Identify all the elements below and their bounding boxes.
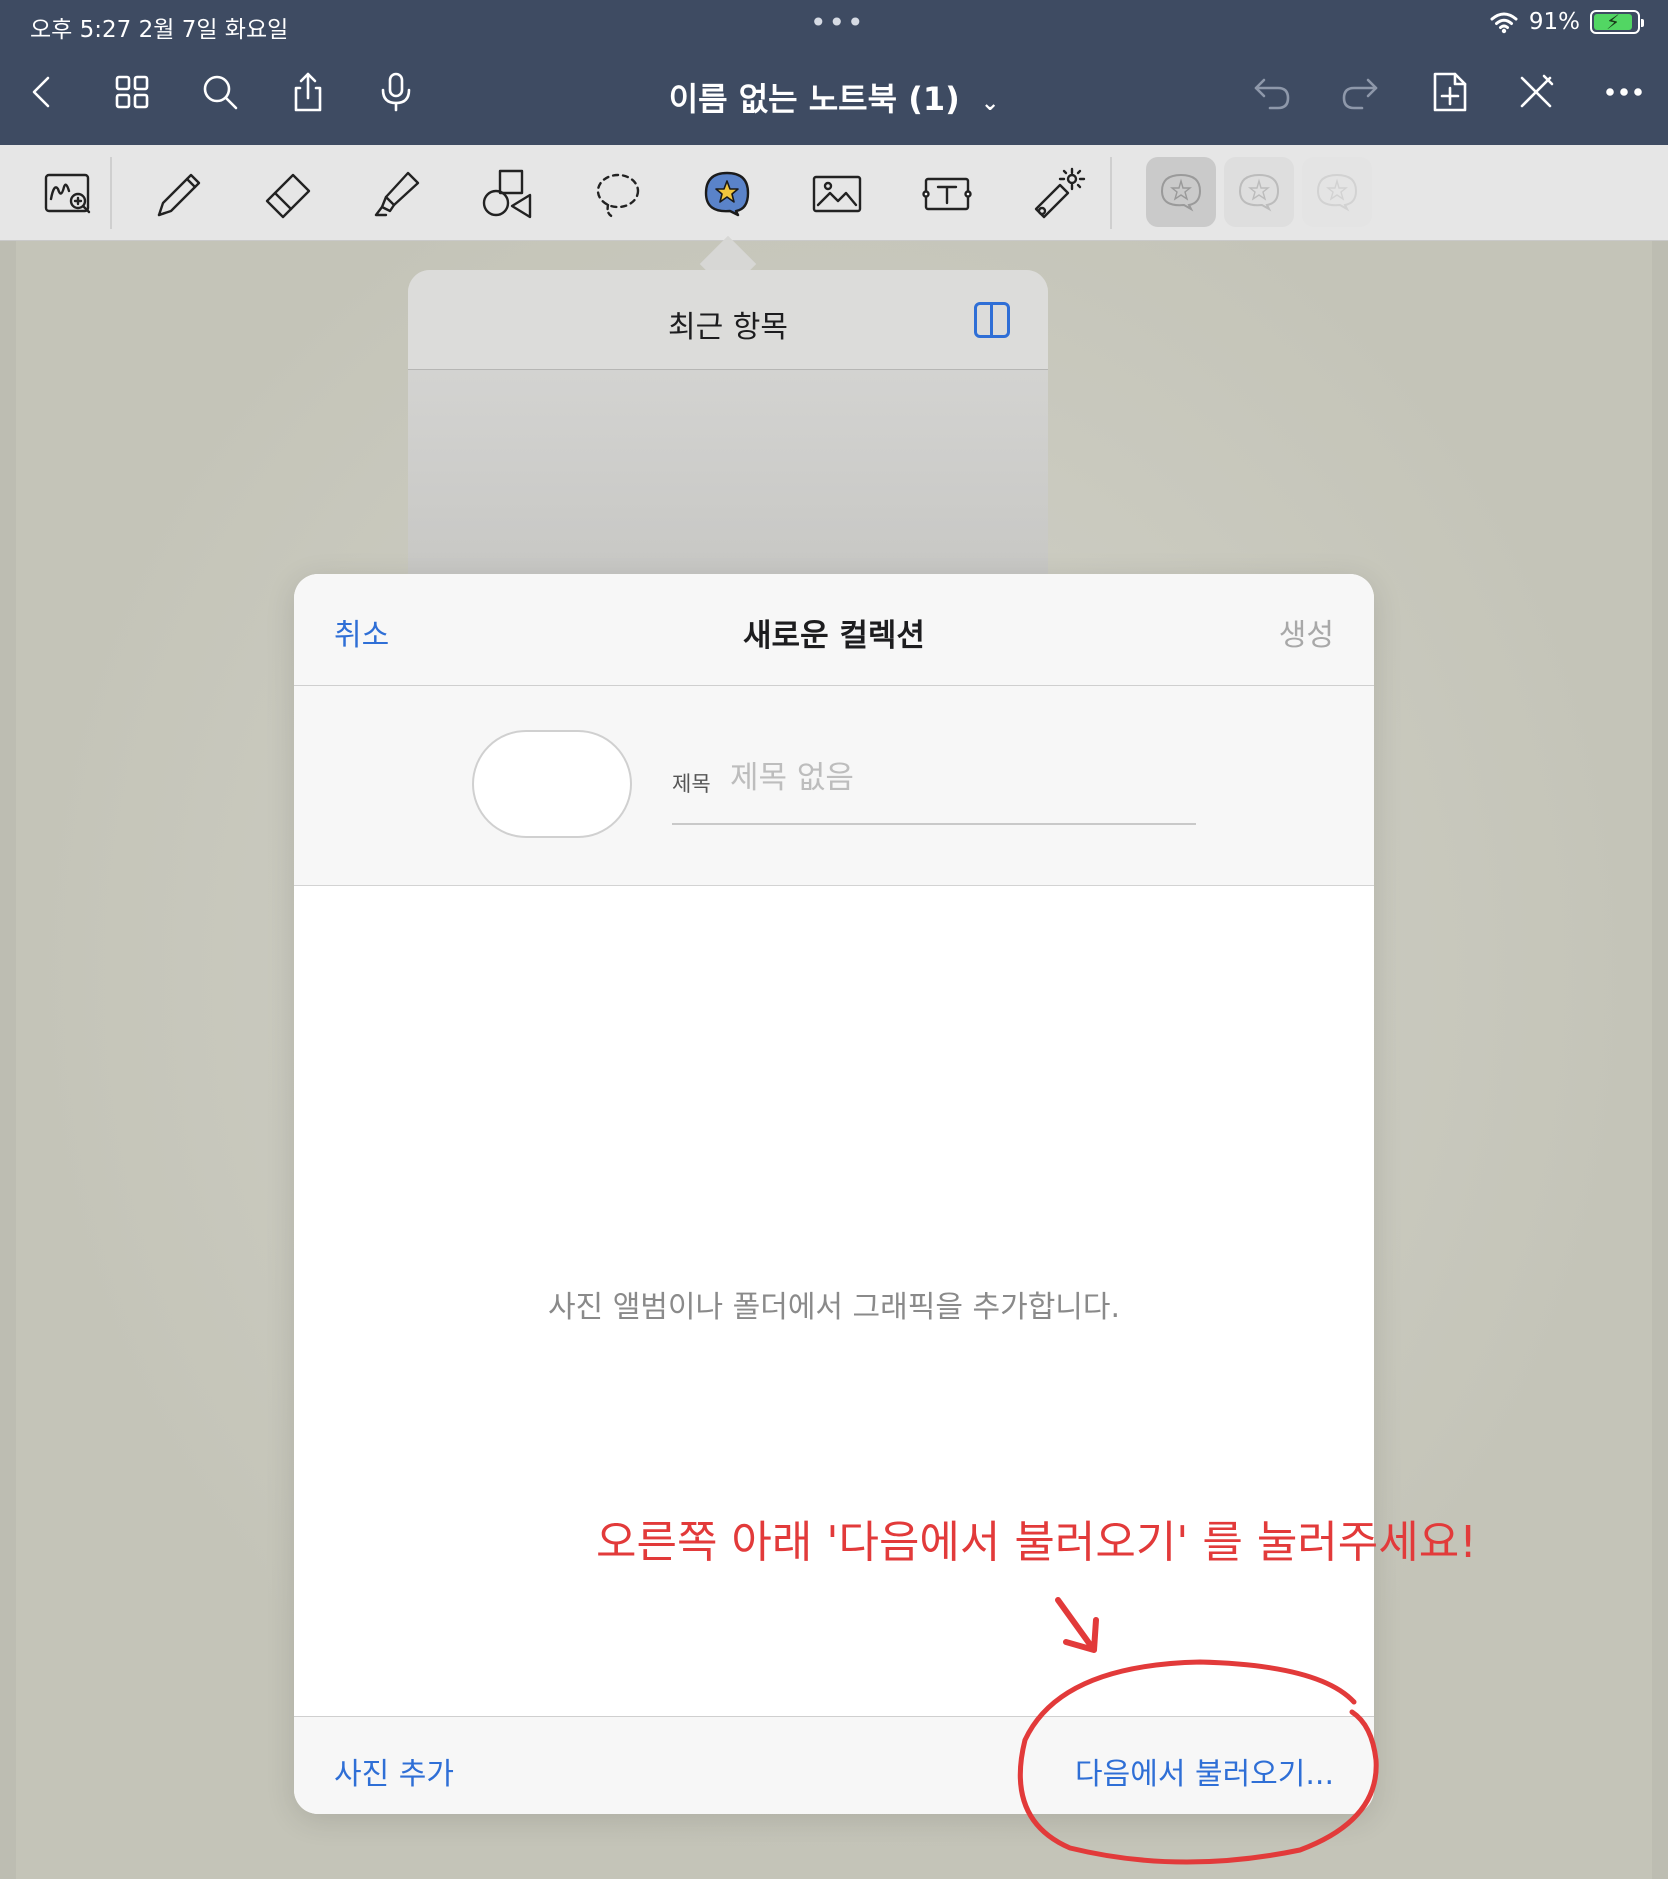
toolbar-divider <box>110 157 112 229</box>
share-icon[interactable] <box>284 68 332 116</box>
title-input-underline <box>672 823 1196 825</box>
page-edge-left <box>0 241 16 1879</box>
title-input[interactable] <box>730 756 1190 800</box>
document-title[interactable]: 이름 없는 노트북 (1) <box>669 80 960 118</box>
popover-header: 최근 항목 <box>408 270 1048 370</box>
battery-percent: 91% <box>1528 9 1580 35</box>
grid-view-icon[interactable] <box>108 68 156 116</box>
modal-title: 새로운 컬렉션 <box>743 618 925 654</box>
search-icon[interactable] <box>196 68 244 116</box>
add-photo-button[interactable]: 사진 추가 <box>334 1749 454 1793</box>
sticker-star-icon <box>1238 173 1280 212</box>
eraser-icon[interactable] <box>257 163 319 225</box>
cancel-button[interactable]: 취소 <box>334 610 389 654</box>
multitasking-dots[interactable]: ••• <box>810 6 866 39</box>
page-edge-right <box>1652 241 1668 1879</box>
pen-icon[interactable] <box>147 163 209 225</box>
undo-icon[interactable] <box>1248 68 1296 116</box>
add-page-icon[interactable] <box>1425 68 1473 116</box>
toolbar-divider <box>1110 157 1112 229</box>
microphone-icon[interactable] <box>372 68 420 116</box>
edit-off-icon[interactable] <box>1512 68 1560 116</box>
import-from-button[interactable]: 다음에서 불러오기... <box>1075 1749 1334 1793</box>
create-button[interactable]: 생성 <box>1279 610 1334 654</box>
shapes-icon[interactable] <box>476 163 538 225</box>
status-time-date: 오후 5:27 2월 7일 화요일 <box>30 17 289 43</box>
redo-icon[interactable] <box>1336 68 1384 116</box>
empty-state-message: 사진 앨범이나 폴더에서 그래픽을 추가합니다. <box>547 1290 1121 1325</box>
charging-bolt-icon: ⚡ <box>1606 10 1621 34</box>
highlighter-icon[interactable] <box>366 163 428 225</box>
text-box-icon[interactable] <box>916 163 978 225</box>
title-chevron-down-icon[interactable]: ⌄ <box>981 91 999 116</box>
image-icon[interactable] <box>806 163 868 225</box>
document-title-container: 이름 없는 노트북 (1) ⌄ <box>0 74 1668 120</box>
wifi-icon <box>1490 12 1518 34</box>
modal-header: 취소 새로운 컬렉션 생성 <box>294 574 1374 686</box>
sticker-color-slot-2[interactable] <box>1224 157 1294 227</box>
recent-stickers-popover: 최근 항목 <box>408 270 1048 600</box>
back-chevron-icon[interactable] <box>18 68 66 116</box>
modal-footer: 사진 추가 다음에서 불러오기... <box>294 1716 1374 1814</box>
collection-info-section: 제목 <box>294 686 1374 886</box>
split-view-icon[interactable] <box>974 302 1010 338</box>
drawing-toolbar <box>0 145 1668 241</box>
sticker-star-icon <box>1316 173 1358 212</box>
lasso-icon[interactable] <box>586 163 648 225</box>
sticker-tool-icon[interactable] <box>696 163 758 225</box>
sticker-star-icon <box>1160 173 1202 212</box>
sticker-color-slot-3[interactable] <box>1302 157 1372 227</box>
top-navigation-bar: 오후 5:27 2월 7일 화요일 ••• 91% ⚡ 이름 없는 노트북 (1… <box>0 0 1668 145</box>
instruction-annotation: 오른쪽 아래 '다음에서 불러오기' 를 눌러주세요! <box>596 1517 1477 1568</box>
laser-pointer-icon[interactable] <box>1026 163 1088 225</box>
zoom-window-icon[interactable] <box>38 163 100 225</box>
status-indicators: 91% ⚡ <box>1489 9 1644 35</box>
new-collection-modal: 취소 새로운 컬렉션 생성 제목 사진 앨범이나 폴더에서 그래픽을 추가합니다… <box>294 574 1374 1814</box>
popover-title: 최근 항목 <box>668 310 788 345</box>
battery-icon: ⚡ <box>1590 10 1644 34</box>
title-field-label: 제목 <box>672 772 711 796</box>
sticker-color-slot-1[interactable] <box>1146 157 1216 227</box>
more-options-icon[interactable] <box>1600 68 1648 116</box>
collection-cover-placeholder[interactable] <box>472 730 632 838</box>
